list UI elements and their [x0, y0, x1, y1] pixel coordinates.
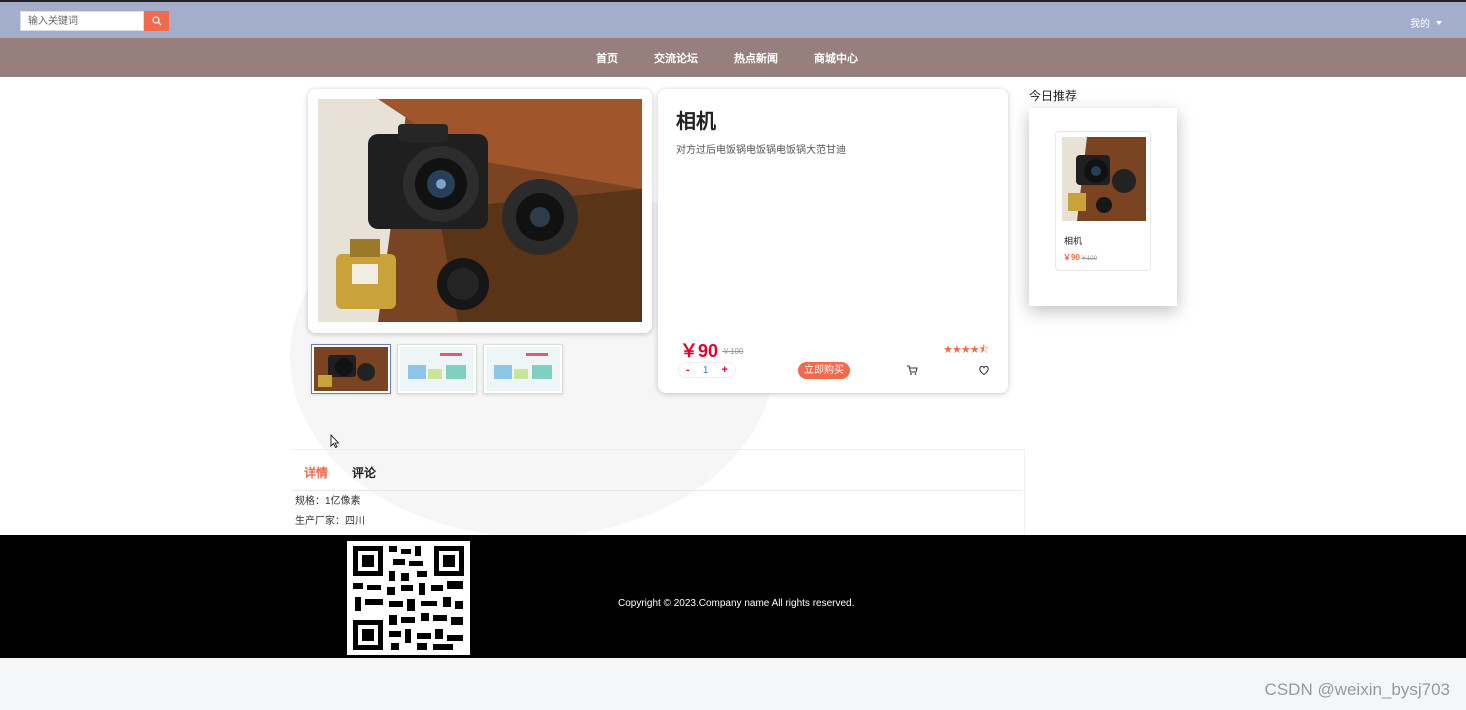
rating-stars: ★★★★⯪	[943, 341, 989, 360]
thumbnail-banner-image	[486, 347, 560, 391]
detail-section: 详情 评论 规格：1亿像素 生产厂家：四川	[292, 449, 1025, 535]
heart-icon[interactable]	[978, 364, 990, 376]
footer: Copyright © 2023.Company name All rights…	[0, 535, 1466, 658]
search-input[interactable]	[20, 11, 144, 31]
product-title: 相机	[676, 111, 716, 133]
star-icon: ★	[960, 344, 971, 356]
recommend-title: 今日推荐	[1029, 89, 1078, 103]
copyright-text: Copyright © 2023.Company name All rights…	[618, 598, 855, 609]
main-nav: 首页 交流论坛 热点新闻 商城中心	[0, 38, 1466, 77]
product-image-card	[308, 89, 652, 333]
star-icon: ★	[969, 344, 980, 356]
quantity-stepper: - 1 +	[678, 362, 736, 378]
watermark-text: CSDN @weixin_bysj703	[1264, 680, 1450, 699]
recommend-item-price: ￥90￥100	[1063, 252, 1097, 263]
app-root: 我的 首页 交流论坛 热点新闻 商城中心	[0, 0, 1466, 710]
tab-divider	[292, 490, 1022, 491]
qr-code	[347, 541, 470, 655]
recommend-item-price-value: ￥90	[1063, 253, 1080, 262]
decrement-button[interactable]: -	[686, 364, 690, 376]
thumbnail-2[interactable]	[397, 344, 477, 394]
thumbnail-banner-image	[400, 347, 474, 391]
top-bar: 我的	[0, 0, 1466, 38]
star-icon: ★	[943, 344, 953, 356]
tab-comments[interactable]: 评论	[352, 464, 376, 481]
thumbnail-strip	[311, 344, 563, 394]
increment-button[interactable]: +	[722, 364, 728, 376]
tab-details[interactable]: 详情	[304, 464, 328, 481]
nav-item-shop[interactable]: 商城中心	[814, 50, 858, 66]
product-photo	[318, 99, 642, 322]
product-info-card: 相机 对方过后电饭锅电饭锅电饭锅大范甘迪 ￥90 ￥100 ★★★★⯪ - 1 …	[658, 89, 1008, 393]
buy-now-button[interactable]: 立即购买	[798, 362, 850, 379]
search-box	[20, 11, 169, 31]
thumbnail-3[interactable]	[483, 344, 563, 394]
product-price: ￥90	[680, 341, 719, 361]
detail-tabs: 详情 评论	[304, 464, 376, 481]
spec-line-2: 生产厂家：四川	[295, 516, 365, 527]
nav-item-home[interactable]: 首页	[596, 50, 618, 66]
user-menu[interactable]: 我的	[1410, 15, 1442, 30]
recommend-item[interactable]: 相机 ￥90￥100	[1055, 131, 1151, 271]
nav-item-forum[interactable]: 交流论坛	[654, 50, 698, 66]
half-star-icon: ⯪	[978, 344, 989, 356]
recommend-panel: 相机 ￥90￥100	[1029, 108, 1177, 306]
spec-line-1: 规格：1亿像素	[295, 496, 361, 507]
recommend-item-name: 相机	[1064, 236, 1083, 246]
cart-icon[interactable]	[906, 364, 918, 376]
nav-item-news[interactable]: 热点新闻	[734, 50, 778, 66]
recommend-item-image	[1062, 137, 1146, 221]
star-icon: ★	[951, 344, 962, 356]
search-icon	[151, 16, 161, 26]
caret-down-icon	[1436, 20, 1442, 25]
search-button[interactable]	[144, 11, 169, 31]
recommend-item-original-price: ￥100	[1080, 256, 1097, 262]
thumbnail-camera-image	[314, 347, 388, 391]
product-page: 相机 对方过后电饭锅电饭锅电饭锅大范甘迪 ￥90 ￥100 ★★★★⯪ - 1 …	[0, 77, 1466, 535]
thumbnail-1[interactable]	[311, 344, 391, 394]
quantity-value[interactable]: 1	[703, 365, 709, 376]
user-menu-label: 我的	[1410, 19, 1430, 30]
mouse-cursor-icon	[330, 434, 340, 448]
original-price: ￥100	[722, 347, 744, 356]
product-description: 对方过后电饭锅电饭锅电饭锅大范甘迪	[676, 145, 846, 156]
